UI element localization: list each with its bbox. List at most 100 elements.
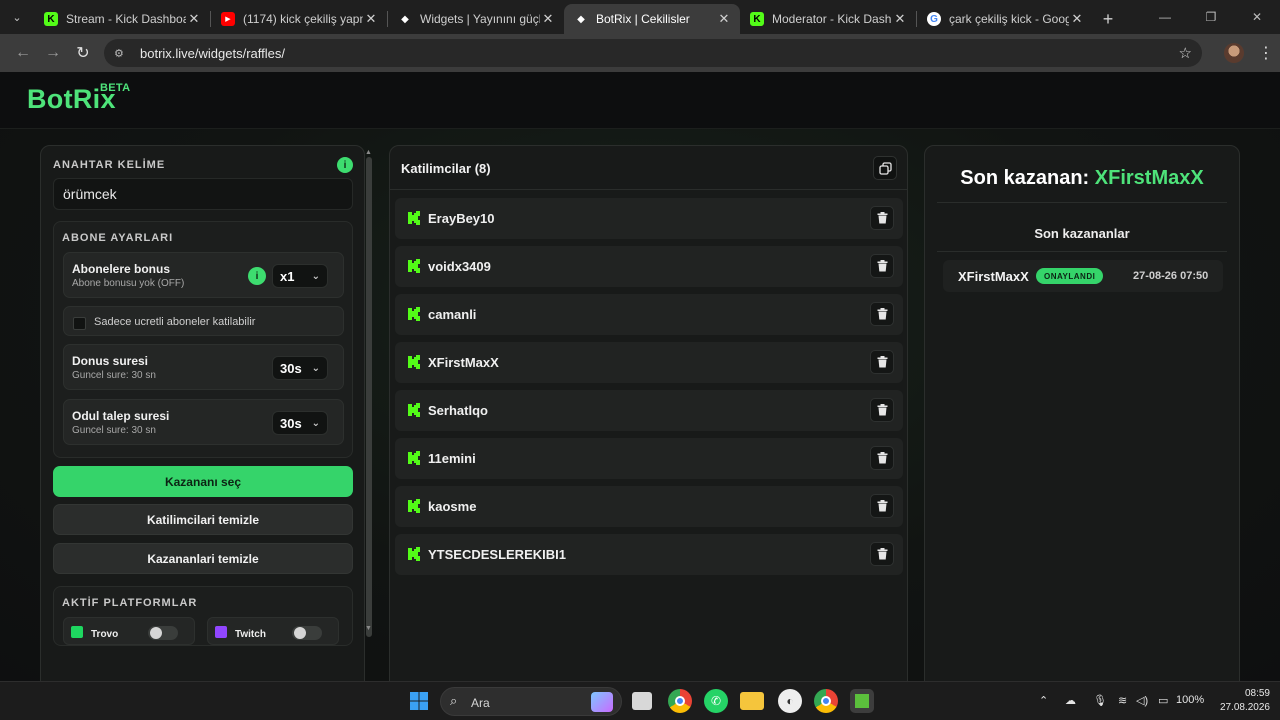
paid-only-row[interactable]: Sadece ucretli aboneler katilabilir [63,306,344,336]
chrome-profile-icon[interactable] [814,689,838,713]
browser-tab[interactable]: G çark çekiliş kick - Google'd ✕ [917,4,1093,34]
trovo-toggle[interactable] [148,626,178,640]
kick-icon [406,306,422,322]
file-explorer-icon[interactable] [740,692,764,710]
app-icon[interactable]: ◐ [778,689,802,713]
claim-time-row: Odul talep suresi Guncel sure: 30 sn 30s… [63,399,344,445]
keyword-info-icon[interactable]: i [337,157,353,173]
forward-icon[interactable]: → [38,38,68,68]
reload-icon[interactable]: ↻ [68,38,98,68]
close-tab-icon[interactable]: ✕ [1069,11,1085,27]
kick-icon [406,450,422,466]
copy-icon[interactable] [873,156,897,180]
trash-icon[interactable] [870,398,894,422]
settings-scrollbar[interactable] [366,157,372,637]
profile-avatar[interactable] [1224,43,1244,63]
task-view-icon[interactable] [632,692,652,710]
keyword-input[interactable]: örümcek [53,178,353,210]
tab-title: Widgets | Yayınını güçlend [420,12,540,26]
bookmark-star-icon[interactable]: ☆ [1179,44,1192,62]
tab-title: (1174) kick çekiliş yapma - [243,12,363,26]
microphone-icon[interactable]: 🎙 [1093,694,1107,707]
minimize-icon[interactable]: — [1142,0,1188,34]
clock-date: 27.08.2026 [1219,702,1270,713]
onedrive-icon[interactable]: ☁ [1065,694,1076,707]
scroll-up-icon[interactable]: ▲ [365,149,372,156]
participant-row: 11emini [395,438,903,479]
twitch-icon [215,626,227,638]
close-tab-icon[interactable]: ✕ [540,11,556,27]
system-clock[interactable]: 08:59 27.08.2026 [1206,687,1270,715]
trash-icon[interactable] [870,350,894,374]
new-tab-button[interactable]: + [1093,4,1123,34]
close-tab-icon[interactable]: ✕ [186,11,202,27]
paid-only-label: Sadece ucretli aboneler katilabilir [94,316,256,328]
taskbar-search[interactable]: ⌕ Ara [440,687,622,716]
scroll-down-icon[interactable]: ▼ [365,625,372,632]
close-tab-icon[interactable]: ✕ [363,11,379,27]
browser-tab[interactable]: K Moderator - Kick Dashboar ✕ [740,4,916,34]
chrome-icon[interactable] [668,689,692,713]
sub-bonus-row: Abonelere bonus Abone bonusu yok (OFF) i… [63,252,344,298]
tab-search-icon[interactable]: ⌄ [0,0,34,34]
participant-name: ErayBey10 [428,211,495,226]
window-controls: — ❐ ✕ [1142,0,1280,34]
platform-twitch: Twitch [207,617,339,645]
turn-time-select[interactable]: 30s ⌄ [272,356,328,380]
pick-winner-button[interactable]: Kazananı seç [53,466,353,497]
subscriber-settings-label: ABONE AYARLARI [62,232,174,244]
platform-trovo: Trovo [63,617,195,645]
claim-time-select[interactable]: 30s ⌄ [272,411,328,435]
minecraft-icon[interactable] [850,689,874,713]
raffle-settings-panel: ANAHTAR KELİME i örümcek ABONE AYARLARI … [40,145,365,681]
battery-icon[interactable]: ▭ [1158,694,1168,707]
windows-start-icon[interactable] [407,689,431,713]
browser-tab-active[interactable]: ◆ BotRix | Cekilisler ✕ [564,4,740,34]
participant-row: XFirstMaxX [395,342,903,383]
participant-name: YTSECDESLEREKIBI1 [428,547,566,562]
browser-tab[interactable]: K Stream - Kick Dashboard ✕ [34,4,210,34]
close-window-icon[interactable]: ✕ [1234,0,1280,34]
volume-icon[interactable]: ◁) [1136,694,1148,707]
address-bar[interactable]: ⚙ botrix.live/widgets/raffles/ ☆ [104,39,1202,67]
browser-tab[interactable]: ◆ Widgets | Yayınını güçlend ✕ [388,4,564,34]
trash-icon[interactable] [870,302,894,326]
botrix-logo[interactable]: BotRix BETA [27,82,130,115]
site-info-icon[interactable]: ⚙ [114,47,130,60]
whatsapp-icon[interactable]: ✆ [704,689,728,713]
tray-overflow-icon[interactable]: ⌃ [1039,694,1048,707]
back-icon[interactable]: ← [8,38,38,68]
maximize-icon[interactable]: ❐ [1188,0,1234,34]
beta-badge: BETA [100,82,131,94]
trash-icon[interactable] [870,542,894,566]
turn-time-subtitle: Guncel sure: 30 sn [72,370,156,381]
sub-bonus-title: Abonelere bonus [72,262,171,276]
browser-menu-icon[interactable]: ⋮ [1258,43,1274,63]
botrix-icon: ◆ [577,13,585,25]
clear-participants-button[interactable]: Katilimcilari temizle [53,504,353,535]
page-content: BotRix BETA ANAHTAR KELİME i örümcek ABO… [0,72,1280,681]
last-winner-name: XFirstMaxX [1094,167,1204,189]
winner-row: XFirstMaxX ONAYLANDI 27-08-26 07:50 [943,260,1223,292]
search-icon: ⌕ [450,693,458,708]
sub-bonus-select[interactable]: x1 ⌄ [272,264,328,288]
last-winner-label: Son kazanan: [960,167,1090,189]
trash-icon[interactable] [870,494,894,518]
browser-tab[interactable]: ▶ (1174) kick çekiliş yapma - ✕ [211,4,387,34]
clear-winners-button[interactable]: Kazananlari temizle [53,543,353,574]
url-text[interactable]: botrix.live/widgets/raffles/ [140,46,1179,61]
participant-row: Serhatlqo [395,390,903,431]
close-tab-icon[interactable]: ✕ [892,11,908,27]
twitch-toggle[interactable] [292,626,322,640]
trash-icon[interactable] [870,206,894,230]
participants-panel: Katilimcilar (8) ErayBey10 voidx3409 caman… [389,145,908,681]
trash-icon[interactable] [870,254,894,278]
trash-icon[interactable] [870,446,894,470]
winner-time: 27-08-26 07:50 [1133,270,1209,282]
sub-bonus-info-icon[interactable]: i [248,267,266,285]
paid-only-checkbox[interactable] [73,317,86,330]
close-tab-icon[interactable]: ✕ [716,11,732,27]
participant-name: Serhatlqo [428,403,488,418]
wifi-icon[interactable]: ≋ [1118,694,1127,707]
chevron-down-icon: ⌄ [311,417,320,429]
